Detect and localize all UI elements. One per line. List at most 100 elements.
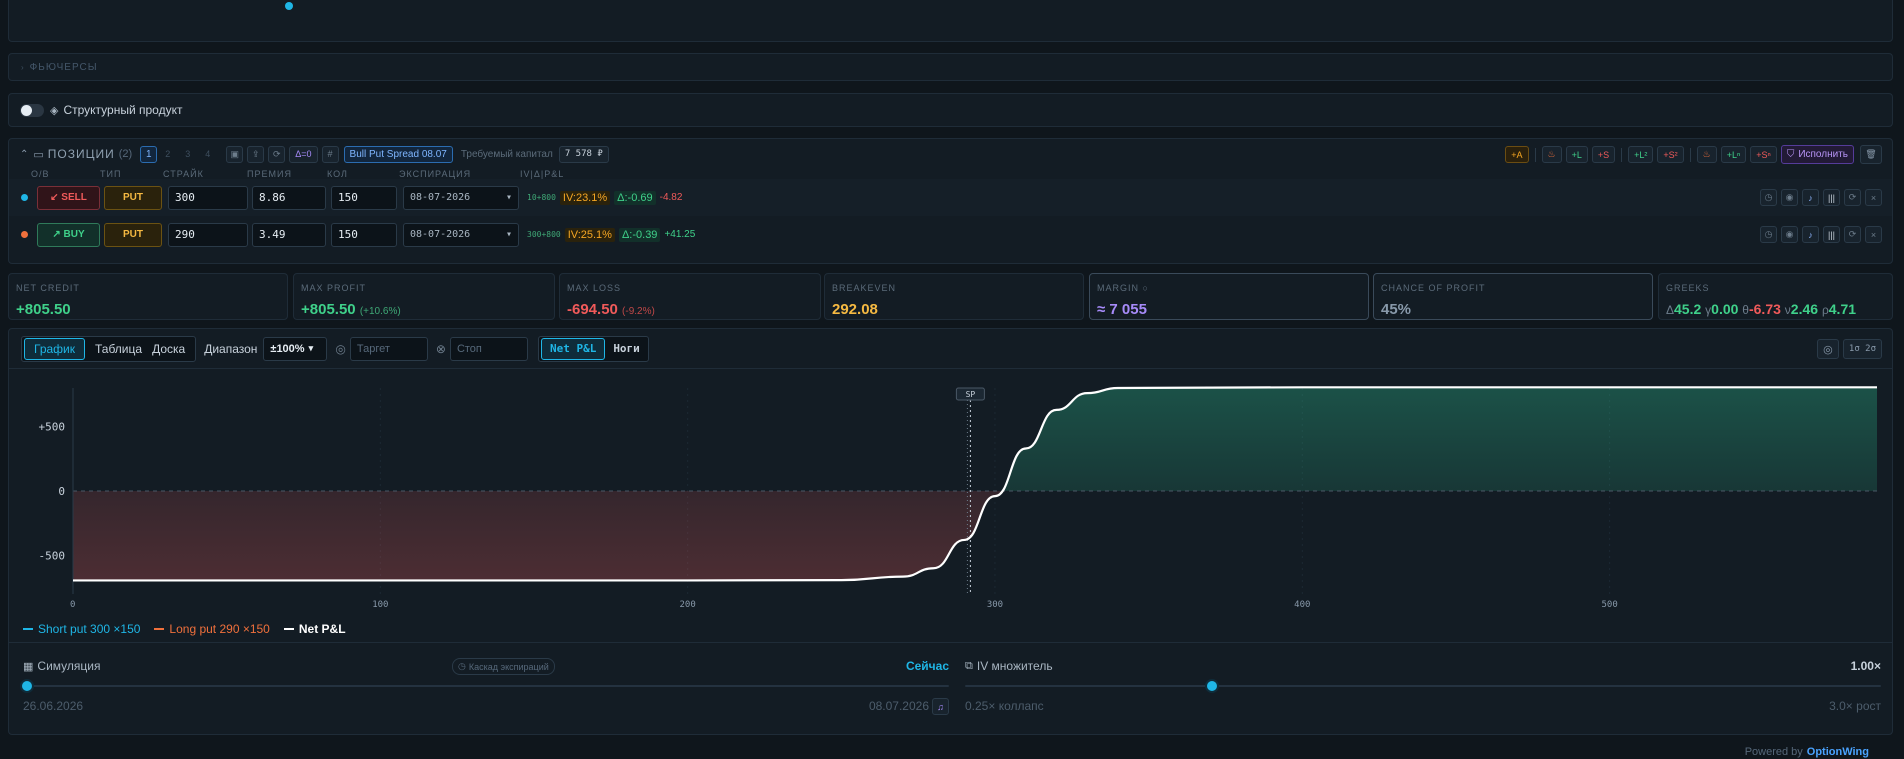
strike-input[interactable]: 300 [168,185,248,210]
add-long-button[interactable]: +L [1565,146,1588,163]
type-button[interactable]: PUT [104,222,162,247]
add-shortn-button[interactable]: +Sⁿ [1750,146,1777,163]
share-icon[interactable]: ⇪ [247,145,265,163]
tab-board[interactable]: Доска [152,342,195,356]
eye-icon[interactable]: ◉ [1781,226,1798,243]
stop-icon: ⊗ [435,341,446,356]
strategy-badge[interactable]: Bull Put Spread 08.07 [343,145,453,163]
type-button[interactable]: PUT [104,185,162,210]
refresh-icon[interactable]: ⟳ [1844,226,1861,243]
add-short2-button[interactable]: +S² [1657,146,1684,163]
fire-icon[interactable]: ♨ [1696,146,1717,163]
slider-dot[interactable] [285,2,293,10]
chevron-up-icon[interactable]: ⌃ [20,149,28,160]
add-short-button[interactable]: +S [1591,146,1616,163]
side-button[interactable]: ↙ SELL [37,185,100,210]
simulation-slider-thumb[interactable] [20,679,34,693]
x-tick-label: 200 [680,600,696,608]
futures-section[interactable]: › ФЬЮЧЕРСЫ [8,53,1893,81]
clock-icon: ◷ [458,661,466,671]
y-tick-label: -500 [39,549,66,562]
y-tick-label: 0 [58,485,65,498]
iv-slider[interactable] [965,679,1881,693]
shield-icon: ⛉ [1786,149,1795,160]
simulation-slider[interactable] [20,679,949,693]
leg-pnl: +41.25 [664,229,696,240]
legend-item[interactable]: Net P&L [283,622,346,636]
max-profit-value: +805.50 [301,301,356,318]
settings-icon[interactable]: ◎ [1816,339,1839,359]
eye-icon[interactable]: ◉ [1781,189,1798,206]
add-auto-button[interactable]: +A [1505,146,1529,163]
leg-pnl: -4.82 [659,192,683,203]
qty-input[interactable]: 150 [331,185,397,210]
delta-neutral-badge[interactable]: Δ=0 [289,145,318,163]
max-profit-card: MAX PROFIT +805.50 (+10.6%) [293,273,555,320]
hash-icon[interactable]: # [321,145,339,163]
sim-end-date: 08.07.2026 [868,699,929,713]
clock-icon[interactable]: ◷ [1760,189,1777,206]
page-4[interactable]: 4 [205,149,210,159]
target-input[interactable]: Таргет [349,336,428,361]
tab-table[interactable]: Таблица [85,342,152,356]
tab-net-pnl[interactable]: Net P&L [540,337,606,360]
iv-value: 1.00× [1850,659,1881,673]
legend-item[interactable]: Long put 290 ×150 [154,622,270,636]
cascade-button[interactable]: ◷ Каскад экспираций [452,658,555,675]
powered-label: Powered by [1744,746,1803,758]
chart-icon: ⧉ [965,659,973,672]
strike-input[interactable]: 290 [168,222,248,247]
greek-rho: 4.71 [1828,301,1857,317]
now-label[interactable]: Сейчас [906,659,949,673]
margin-card[interactable]: MARGIN ○ ≈ 7 055 [1089,273,1369,320]
positions-columns: O/B ТИП СТРАЙК ПРЕМИЯ КОЛ ЭКСПИРАЦИЯ IV|… [9,169,1892,179]
tab-legs[interactable]: Ноги [605,342,648,355]
positions-count: (2) [118,148,133,160]
save-icon[interactable]: ▣ [226,145,244,163]
bell-icon[interactable]: ♪ [1802,189,1819,206]
x-tick-label: 0 [70,600,75,608]
premium-input[interactable]: 8.86 [252,185,326,210]
bars-icon[interactable]: ||| [1823,226,1840,243]
bell-icon[interactable]: ♫ [932,698,949,715]
futures-label: ФЬЮЧЕРСЫ [29,61,98,73]
expiry-select[interactable]: 08-07-2026 ▾ [403,185,519,210]
stop-input[interactable]: Стоп [449,336,528,361]
tab-chart[interactable]: График [24,337,85,360]
range-label: Диапазон [204,341,258,356]
brand-link[interactable]: OptionWing [1807,746,1869,758]
qty-input[interactable]: 150 [331,222,397,247]
premium-input[interactable]: 3.49 [252,222,326,247]
margin-value: ≈ 7 055 [1097,301,1147,318]
page-2[interactable]: 2 [165,149,170,159]
close-icon[interactable]: × [1865,189,1882,206]
add-longn-button[interactable]: +Lⁿ [1720,146,1747,163]
trash-icon[interactable]: 🗑 [1860,145,1882,164]
range-select[interactable]: ±100% ▾ [263,336,328,361]
y-tick-label: +500 [39,421,66,434]
expiry-select[interactable]: 08-07-2026 ▾ [403,222,519,247]
add-long2-button[interactable]: +L² [1628,146,1654,163]
legend-item[interactable]: Short put 300 ×150 [23,622,140,636]
refresh-icon[interactable]: ⟳ [1844,189,1861,206]
col-type: ТИП [100,169,122,179]
iv-slider-thumb[interactable] [1205,679,1220,693]
page-3[interactable]: 3 [185,149,190,159]
fire-icon[interactable]: ♨ [1541,146,1562,163]
pnl-chart[interactable]: SP 0 100 200 300 400 500 +500 0 -500 [9,380,1892,608]
sigma-toggle[interactable]: 1σ 2σ [1842,339,1882,359]
structured-toggle[interactable] [20,103,44,117]
chart-panel: График Таблица Доска Диапазон ±100% ▾ ◎ Т… [8,328,1893,735]
iv-label: IV множитель [976,659,1053,673]
spot-label: SP [966,390,976,399]
close-icon[interactable]: × [1865,226,1882,243]
refresh-icon[interactable]: ⟳ [268,145,286,163]
max-loss-sub: (-9.2%) [622,306,655,317]
chance-value: 45% [1381,301,1412,318]
execute-button[interactable]: ⛉ Исполнить [1780,145,1854,164]
bars-icon[interactable]: ||| [1823,189,1840,206]
page-1[interactable]: 1 [140,145,158,163]
side-button[interactable]: ↗ BUY [37,222,100,247]
bell-icon[interactable]: ♪ [1802,226,1819,243]
clock-icon[interactable]: ◷ [1760,226,1777,243]
